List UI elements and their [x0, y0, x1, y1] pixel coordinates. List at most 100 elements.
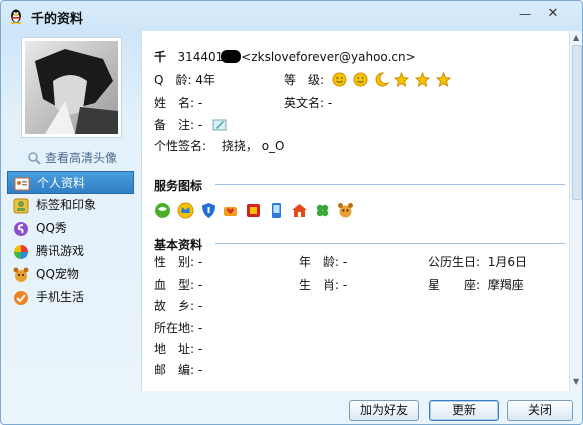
signature-value: 挠挠， o_O — [221, 139, 285, 153]
redaction-mark — [221, 50, 242, 63]
service-icons — [154, 202, 356, 222]
profile-card-icon — [14, 177, 30, 191]
scrollbar-thumb[interactable] — [572, 45, 582, 200]
nav-item-games[interactable]: 腾讯游戏 — [7, 240, 134, 263]
gender-label: 性 别: — [154, 255, 195, 269]
house-service-icon[interactable] — [291, 202, 308, 219]
pet-icon — [13, 267, 29, 282]
remark-label: 备 注: — [154, 118, 195, 132]
nav-item-tags[interactable]: 标签和印象 — [7, 194, 134, 217]
sun-level-icon[interactable] — [353, 72, 368, 87]
zip-value: - — [197, 363, 203, 377]
minimize-button[interactable]: — — [514, 5, 536, 23]
age-value: - — [342, 255, 348, 269]
level-label: 等 级: — [284, 73, 325, 87]
basic-row: 生 肖: - — [299, 276, 347, 293]
bottom-bar: 加为好友 更新 关闭 — [1, 391, 582, 424]
red-diamond-service-icon[interactable] — [245, 202, 262, 219]
email: <zksloveforever@yahoo.cn> — [241, 50, 416, 64]
qq-number: 314401 — [177, 50, 224, 64]
qq-penguin-icon — [11, 9, 21, 24]
services-section-title: 服务图标 — [154, 179, 203, 193]
basic-row: 星 座: 摩羯座 — [428, 276, 524, 293]
star-level-icon[interactable] — [415, 72, 431, 87]
nickname: 千 — [154, 50, 167, 64]
nav-item-profile[interactable]: 个人资料 — [7, 171, 134, 194]
nav-item-mobile-life[interactable]: 手机生活 — [7, 286, 134, 309]
constellation-value: 摩羯座 — [487, 278, 524, 292]
nav-label-profile: 个人资料 — [37, 176, 86, 190]
moon-level-icon[interactable] — [374, 72, 389, 87]
basic-row: 年 龄: - — [299, 253, 347, 270]
clover-service-icon[interactable] — [314, 202, 331, 219]
zodiac-animal-label: 生 肖: — [299, 278, 340, 292]
pet-service-icon[interactable] — [337, 202, 354, 219]
hometown-value: - — [197, 299, 203, 313]
chat-bubble-service-icon[interactable] — [154, 202, 171, 219]
avatar-image — [25, 41, 118, 134]
basic-info-section-title: 基本资料 — [154, 238, 203, 252]
nav-label-tags: 标签和印象 — [36, 198, 97, 212]
basic-row: 血 型: - — [154, 276, 202, 293]
basic-row: 公历生日: 1月6日 — [428, 253, 527, 270]
heart-hand-service-icon[interactable] — [222, 202, 239, 219]
signature-label: 个性签名: — [154, 139, 207, 153]
mobile-life-icon — [14, 291, 28, 305]
nav-item-pet[interactable]: QQ宠物 — [7, 263, 134, 286]
close-window-button[interactable]: ✕ — [542, 5, 564, 23]
nav-item-qqshow[interactable]: QQ秀 — [7, 217, 134, 240]
sun-level-icon[interactable] — [332, 72, 347, 87]
zip-label: 邮 编: — [154, 363, 195, 377]
mobile-service-icon[interactable] — [268, 202, 285, 219]
basic-row: 故 乡: - — [154, 297, 202, 314]
name-value: - — [197, 96, 203, 110]
nav-label-mobile-life: 手机生活 — [36, 290, 85, 304]
blood-type-label: 血 型: — [154, 278, 195, 292]
signature-row: 个性签名: 挠挠， o_O — [154, 137, 284, 154]
title-bar[interactable]: 千的资料 — ✕ — [1, 1, 582, 31]
blood-type-value: - — [197, 278, 203, 292]
side-nav: 个人资料 标签和印象 QQ秀 腾讯游戏 QQ宠物 手机生活 — [7, 171, 134, 309]
profile-window: 千的资料 — ✕ 查看高清头像 个人资料 标签和印象 QQ秀 腾讯游戏 QQ宠物… — [0, 0, 583, 425]
close-button[interactable]: 关闭 — [507, 400, 573, 421]
view-hd-avatar-label: 查看高清头像 — [45, 151, 118, 165]
section-divider — [215, 184, 565, 185]
nickname-row: 千 314401 <zksloveforever@yahoo.cn> — [154, 48, 416, 65]
vip-crown-service-icon[interactable] — [177, 202, 194, 219]
refresh-button[interactable]: 更新 — [429, 400, 499, 421]
qqshow-icon — [14, 222, 28, 236]
english-name-label: 英文名: — [284, 96, 325, 110]
star-level-icon[interactable] — [394, 72, 410, 87]
scroll-up-arrow-icon[interactable]: ▲ — [573, 33, 579, 42]
shield-service-icon[interactable] — [200, 202, 217, 219]
remark-value: - — [197, 118, 203, 132]
star-level-icon[interactable] — [436, 72, 452, 87]
address-label: 地 址: — [154, 342, 195, 356]
location-label: 所在地: — [154, 321, 195, 335]
view-hd-avatar-link[interactable]: 查看高清头像 — [27, 149, 117, 166]
nav-label-qqshow: QQ秀 — [36, 221, 67, 235]
vertical-scrollbar[interactable]: ▲ ▼ — [569, 31, 582, 391]
edit-remark-icon[interactable] — [212, 117, 227, 132]
birthday-value: 1月6日 — [487, 255, 527, 269]
avatar[interactable] — [21, 37, 122, 138]
scroll-down-arrow-icon[interactable]: ▼ — [573, 377, 579, 386]
hometown-label: 故 乡: — [154, 299, 195, 313]
basic-row: 性 别: - — [154, 253, 202, 270]
gender-value: - — [197, 255, 203, 269]
location-value: - — [197, 321, 203, 335]
birthday-label: 公历生日: — [428, 255, 481, 269]
english-name-row: 英文名: - — [284, 94, 332, 111]
english-name-value: - — [327, 96, 333, 110]
remark-row: 备 注: - — [154, 116, 229, 133]
name-label: 姓 名: — [154, 96, 195, 110]
level-row: 等 级: — [284, 71, 453, 88]
add-friend-button[interactable]: 加为好友 — [349, 400, 419, 421]
nav-label-games: 腾讯游戏 — [36, 244, 85, 258]
window-title: 千的资料 — [31, 12, 84, 27]
basic-row: 所在地: - — [154, 319, 202, 336]
constellation-label: 星 座: — [428, 278, 481, 292]
game-icon — [14, 245, 28, 259]
address-value: - — [197, 342, 203, 356]
nav-label-pet: QQ宠物 — [36, 267, 79, 281]
